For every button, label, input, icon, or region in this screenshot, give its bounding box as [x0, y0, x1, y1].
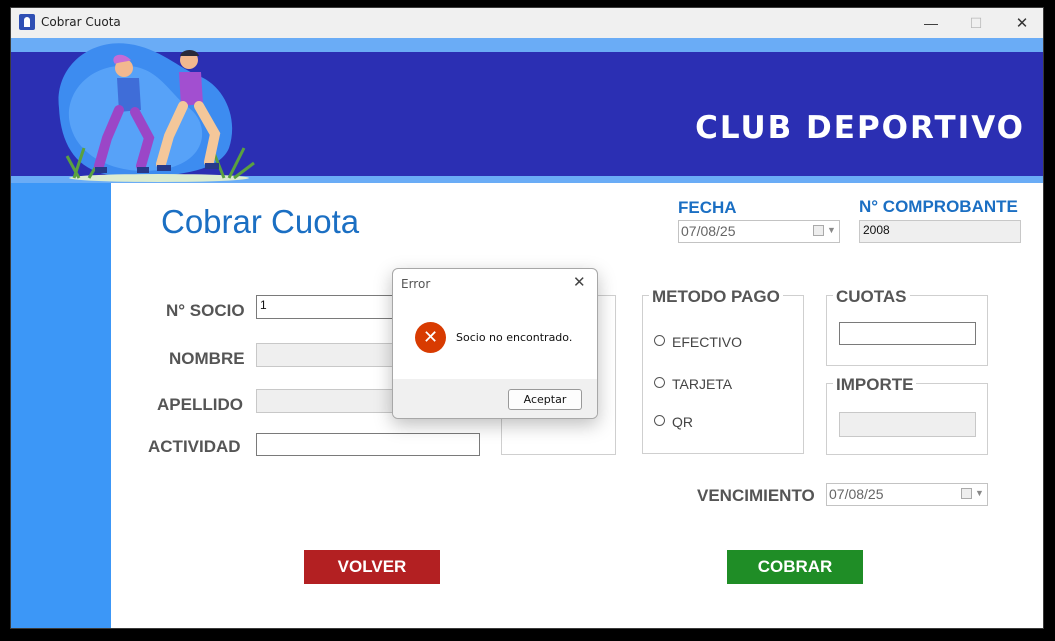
apellido-field[interactable]	[256, 389, 396, 413]
volver-button[interactable]: VOLVER	[304, 550, 440, 584]
nombre-label: NOMBRE	[169, 349, 245, 368]
left-sidebar	[11, 183, 111, 628]
socio-input[interactable]: 1	[256, 295, 396, 319]
club-brand: CLUB DEPORTIVO	[695, 110, 1025, 146]
radio-tarjeta-label: TARJETA	[672, 376, 733, 392]
fecha-value: 07/08/25	[681, 223, 736, 239]
radio-qr-label: QR	[672, 414, 693, 430]
calendar-icon	[813, 225, 824, 236]
cuotas-input[interactable]	[839, 322, 976, 345]
vencimiento-label: VENCIMIENTO	[697, 486, 815, 505]
actividad-label: ACTIVIDAD	[148, 437, 241, 456]
socio-label: N° SOCIO	[166, 301, 245, 320]
fecha-label: FECHA	[678, 198, 737, 217]
chevron-down-icon: ▼	[975, 488, 984, 498]
close-button[interactable]: ✕	[999, 8, 1043, 38]
app-icon	[19, 14, 35, 30]
dialog-close-icon[interactable]: ✕	[573, 273, 586, 291]
cobrar-button[interactable]: COBRAR	[727, 550, 863, 584]
metodo-pago-group	[642, 295, 804, 454]
maximize-button[interactable]: ☐	[953, 8, 999, 38]
cuotas-title: CUOTAS	[833, 287, 910, 307]
comprobante-field[interactable]: 2008	[859, 220, 1021, 243]
window-title: Cobrar Cuota	[41, 15, 121, 29]
nombre-field[interactable]	[256, 343, 396, 367]
dialog-message: Socio no encontrado.	[456, 331, 573, 344]
vencimiento-date-picker[interactable]: 07/08/25 ▼	[826, 483, 988, 506]
apellido-label: APELLIDO	[157, 395, 243, 414]
actividad-field[interactable]	[256, 433, 480, 456]
dialog-title: Error	[401, 277, 431, 291]
error-dialog: Error ✕ ✕ Socio no encontrado. Aceptar	[392, 268, 598, 419]
page-title: Cobrar Cuota	[161, 203, 360, 240]
importe-field[interactable]	[839, 412, 976, 437]
aceptar-button[interactable]: Aceptar	[508, 389, 582, 410]
minimize-button[interactable]: —	[908, 8, 954, 38]
header-banner: CLUB DEPORTIVO	[11, 38, 1043, 183]
calendar-icon	[961, 488, 972, 499]
chevron-down-icon: ▼	[827, 225, 836, 235]
app-window: Cobrar Cuota — ☐ ✕ CLUB DEPORTIVO Cobrar…	[10, 7, 1044, 629]
comprobante-label: N° COMPROBANTE	[859, 197, 1018, 216]
fecha-date-picker[interactable]: 07/08/25 ▼	[678, 220, 840, 243]
error-icon: ✕	[415, 322, 446, 353]
title-bar: Cobrar Cuota — ☐ ✕	[11, 8, 1043, 38]
runners-illustration	[58, 43, 255, 182]
metodo-pago-title: METODO PAGO	[649, 287, 783, 307]
vencimiento-value: 07/08/25	[829, 486, 884, 502]
radio-efectivo-label: EFECTIVO	[672, 334, 743, 350]
importe-title: IMPORTE	[833, 375, 917, 395]
radio-qr[interactable]	[654, 415, 665, 426]
radio-tarjeta[interactable]	[654, 377, 665, 388]
radio-efectivo[interactable]	[654, 335, 665, 346]
